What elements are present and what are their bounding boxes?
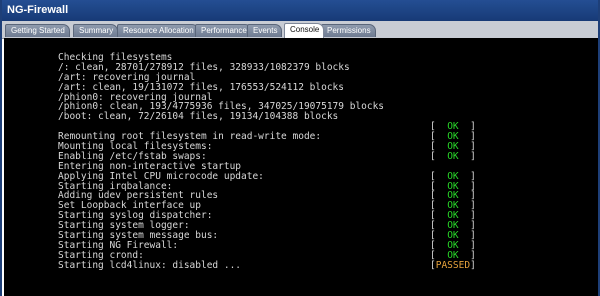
tab-resource-allocation[interactable]: Resource Allocation [117,24,199,37]
tab-summary[interactable]: Summary [73,24,119,37]
app-window: NG-Firewall Getting Started Summary Reso… [0,0,600,296]
console-line-text: Starting lcd4linux: disabled ... [58,259,242,271]
title-bar: NG-Firewall [2,0,598,22]
status-badge: [PASSED] [430,259,476,271]
status-close-bracket: ] [470,259,476,271]
console-screen[interactable]: Checking filesystems/: clean, 28701/2789… [4,38,598,296]
status-text: OK [447,150,459,162]
status-text: PASSED [435,259,471,271]
tab-getting-started[interactable]: Getting Started [5,24,70,37]
status-open-bracket: [ [430,150,436,162]
console-line-text: /boot: clean, 72/26104 files, 19134/1043… [58,111,339,123]
status-close-bracket: ] [470,150,476,162]
console-output: Checking filesystems/: clean, 28701/2789… [58,53,476,271]
status-badge: [ OK ] [430,150,476,162]
console-line: Starting lcd4linux: disabled ... [PASSED] [58,259,476,271]
tab-events[interactable]: Events [247,24,283,37]
tab-strip: Getting Started Summary Resource Allocat… [2,21,598,39]
window-title: NG-Firewall [7,4,69,16]
tab-permissions[interactable]: Permissions [321,24,376,37]
console-line: /boot: clean, 72/26104 files, 19134/1043… [58,112,384,122]
tab-console[interactable]: Console [284,23,325,38]
tab-performance[interactable]: Performance [195,24,252,37]
